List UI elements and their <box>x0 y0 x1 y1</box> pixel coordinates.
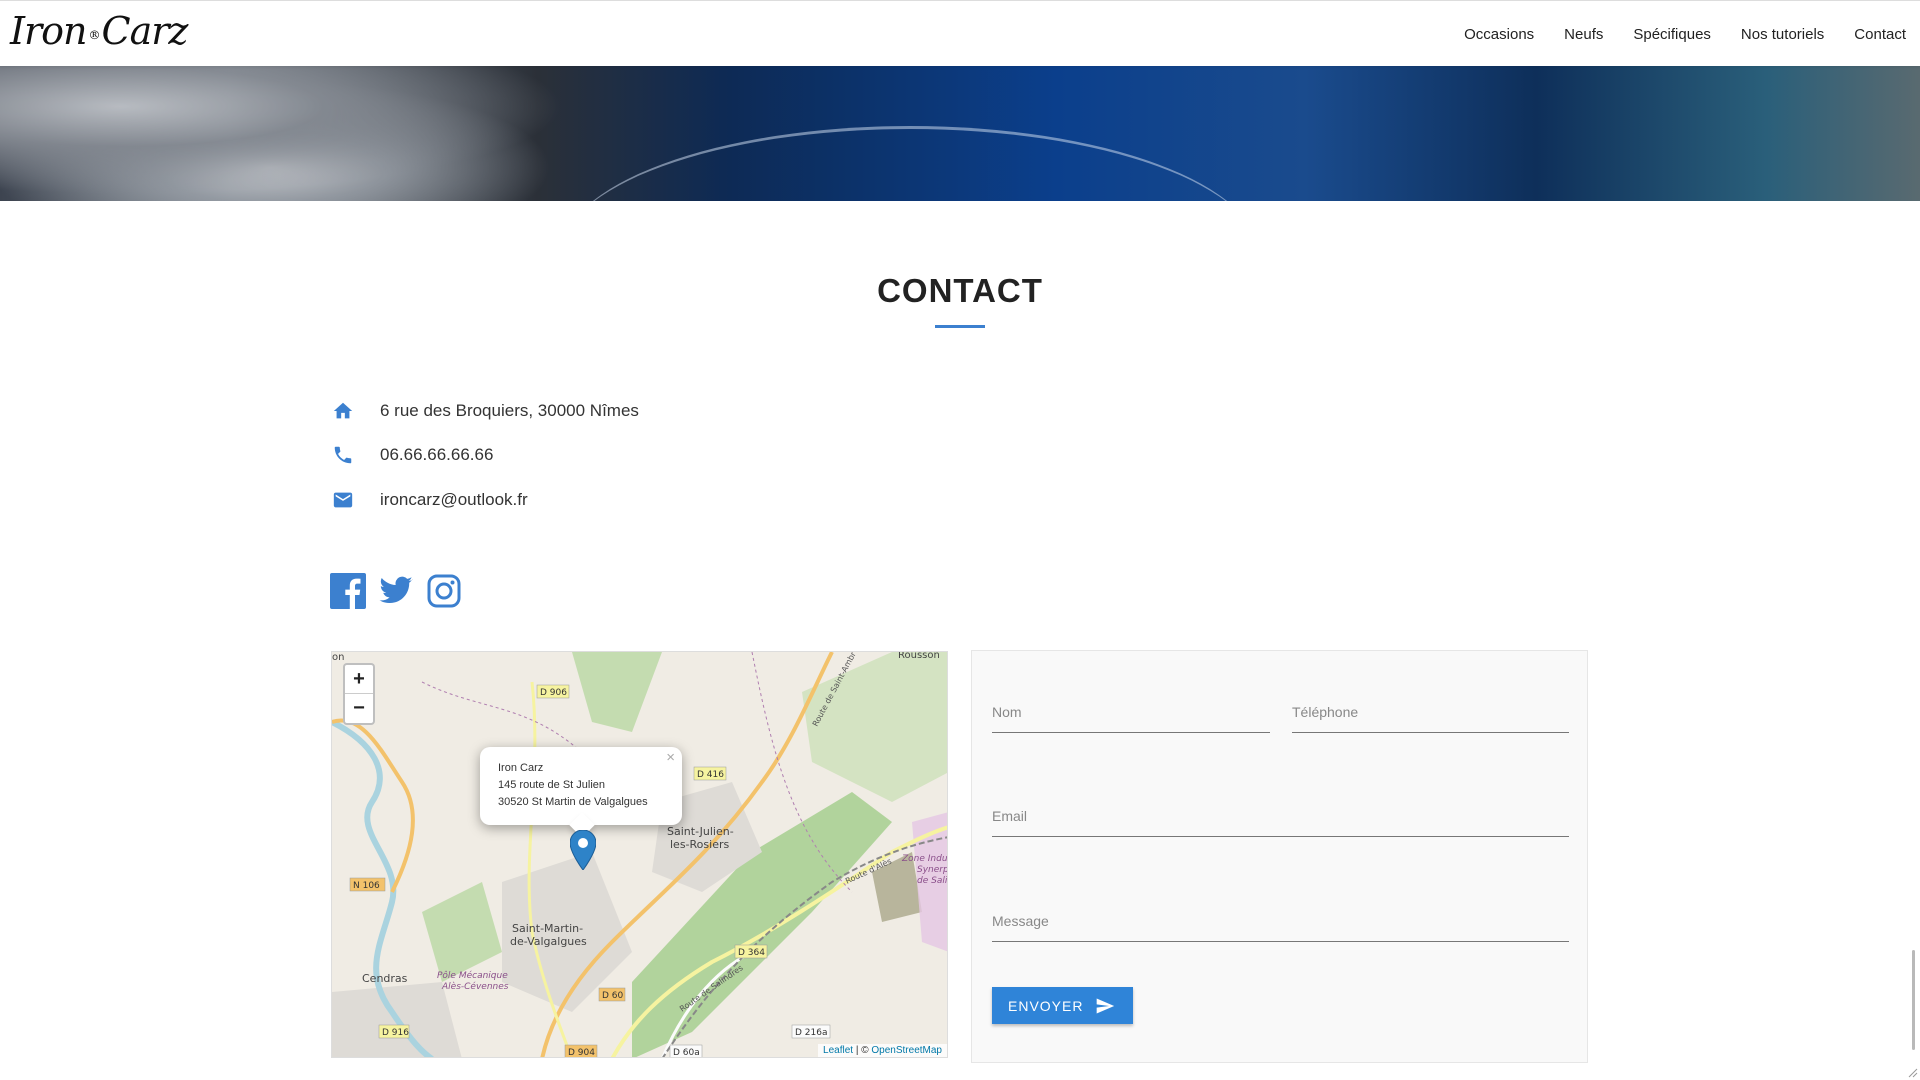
map-label-stjulien-2: les-Rosiers <box>670 838 729 851</box>
leaflet-link[interactable]: Leaflet <box>823 1045 853 1056</box>
map-label-zone-1: Zone Indus <box>901 854 948 864</box>
nav-tutoriels[interactable]: Nos tutoriels <box>1741 26 1824 43</box>
logo-text-carz: Carz <box>101 9 189 53</box>
facebook-icon[interactable] <box>330 573 366 609</box>
popup-line-city: 30520 St Martin de Valgalgues <box>498 796 648 808</box>
phone-icon <box>330 442 356 468</box>
instagram-icon[interactable] <box>426 573 462 609</box>
map-zoom-control: + − <box>343 663 375 725</box>
map-label-d906: D 906 <box>540 688 567 698</box>
hero-car-curve <box>560 126 1260 201</box>
envoyer-label: ENVOYER <box>1008 997 1084 1014</box>
popup-line-street: 145 route de St Julien <box>498 779 606 791</box>
address-text: 6 rue des Broquiers, 30000 Nîmes <box>380 401 639 420</box>
nav-contact[interactable]: Contact <box>1854 26 1906 43</box>
social-links <box>330 573 474 609</box>
attribution-separator: | © <box>853 1045 872 1056</box>
logo-registered-mark: ® <box>88 27 101 42</box>
map-label-stmartin-1: Saint-Martin- <box>512 922 583 935</box>
map-attribution: Leaflet | © OpenStreetMap <box>818 1044 947 1057</box>
phone-text[interactable]: 06.66.66.66.66 <box>380 445 493 465</box>
zoom-out-button[interactable]: − <box>345 694 373 723</box>
map-label-d60: D 60 <box>602 991 624 1001</box>
location-map[interactable]: D 906 D 416 N 106 D 364 D 60 D 916 D 904… <box>331 651 948 1058</box>
site-header: Iron ®Carz Occasions Neufs Spécifiques No… <box>0 0 1920 66</box>
map-label-d416: D 416 <box>697 770 724 780</box>
map-label-d364: D 364 <box>738 948 765 958</box>
email-placeholder: Email <box>992 808 1028 824</box>
map-label-stmartin-2: de-Valgalgues <box>510 935 587 948</box>
map-label-d60a: D 60a <box>673 1048 700 1058</box>
map-label-n106: N 106 <box>353 881 380 891</box>
map-label-stjulien-1: Saint-Julien- <box>667 825 734 838</box>
telephone-field[interactable]: Téléphone <box>1292 695 1569 733</box>
mail-icon <box>330 487 356 513</box>
map-label-on: on <box>332 652 344 663</box>
twitter-icon[interactable] <box>378 573 414 609</box>
message-placeholder: Message <box>992 913 1049 929</box>
email-text[interactable]: ironcarz@outlook.fr <box>380 490 528 510</box>
logo-text-iron: Iron <box>10 9 88 53</box>
message-field[interactable]: Message <box>992 904 1569 942</box>
home-icon <box>330 398 356 424</box>
hero-banner-image <box>0 66 1920 201</box>
map-popup: × Iron Carz 145 route de St Julien 30520… <box>480 747 682 838</box>
contact-form: Nom Téléphone Email Message ENVOYER <box>971 650 1588 1063</box>
page-scrollbar[interactable] <box>1912 950 1915 1050</box>
osm-link[interactable]: OpenStreetMap <box>871 1045 942 1056</box>
contact-phone: 06.66.66.66.66 <box>330 442 493 468</box>
contact-address: 6 rue des Broquiers, 30000 Nîmes <box>330 398 639 424</box>
map-label-d916: D 916 <box>382 1028 409 1038</box>
envoyer-button[interactable]: ENVOYER <box>992 987 1133 1024</box>
nom-placeholder: Nom <box>992 704 1022 720</box>
main-nav: Occasions Neufs Spécifiques Nos tutoriel… <box>1434 1 1906 67</box>
popup-line-name: Iron Carz <box>498 762 544 774</box>
hero-clouds <box>0 66 600 201</box>
nav-specifiques[interactable]: Spécifiques <box>1633 26 1711 43</box>
map-tiles[interactable]: D 906 D 416 N 106 D 364 D 60 D 916 D 904… <box>332 652 948 1058</box>
map-marker-icon[interactable] <box>570 830 596 870</box>
map-label-rousson: Rousson <box>898 652 940 661</box>
site-logo[interactable]: Iron ®Carz <box>10 9 189 53</box>
nav-occasions[interactable]: Occasions <box>1464 26 1534 43</box>
popup-close-icon[interactable]: × <box>666 749 675 766</box>
email-field[interactable]: Email <box>992 799 1569 837</box>
map-label-zone-3: de Salin <box>917 876 948 886</box>
contact-email: ironcarz@outlook.fr <box>330 487 528 513</box>
nom-field[interactable]: Nom <box>992 695 1270 733</box>
resize-handle-icon[interactable] <box>1906 1066 1918 1078</box>
map-label-d216a: D 216a <box>795 1028 827 1038</box>
send-icon <box>1097 998 1115 1013</box>
page-title: CONTACT <box>877 272 1043 309</box>
map-label-pole-2: Alès-Cévennes <box>441 981 509 992</box>
zoom-in-button[interactable]: + <box>345 665 373 694</box>
telephone-placeholder: Téléphone <box>1292 704 1359 720</box>
map-label-zone-2: Synerp <box>917 865 948 875</box>
map-label-cendras: Cendras <box>362 972 408 985</box>
title-underline <box>935 325 985 328</box>
map-label-d904: D 904 <box>568 1048 595 1058</box>
nav-neufs[interactable]: Neufs <box>1564 26 1603 43</box>
map-label-pole-1: Pôle Mécanique <box>437 970 508 981</box>
